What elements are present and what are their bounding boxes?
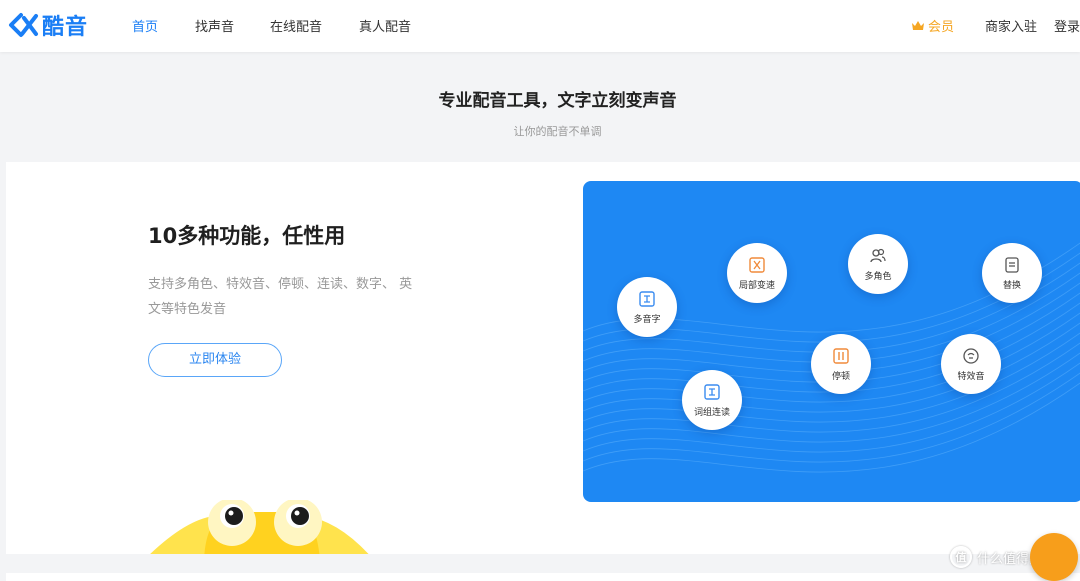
feature-bubble-replace[interactable]: 替换 [982, 243, 1042, 303]
watermark: 值 什么值得买 [950, 546, 1042, 568]
feature-label: 替换 [1002, 280, 1021, 291]
top-navbar: 酷音 首页 找声音 在线配音 真人配音 会员 商家入驻 登录 [0, 0, 1080, 52]
nav-human-dubbing[interactable]: 真人配音 [359, 16, 411, 35]
pinyin-icon [639, 290, 655, 307]
feature-bubble-polyphone[interactable]: 多音字 [617, 277, 677, 337]
vip-link[interactable]: 会员 [911, 16, 954, 35]
pause-icon [833, 347, 849, 364]
feature-bubble-phrase-linking[interactable]: 词组连读 [682, 370, 742, 430]
feature-label: 停顿 [831, 371, 850, 382]
login-link[interactable]: 登录 [1054, 16, 1080, 35]
speed-icon [749, 256, 765, 273]
feature-label: 局部变速 [738, 280, 775, 291]
feature-bubble-multi-role[interactable]: 多角色 [848, 234, 908, 294]
features-panel: 多音字 局部变速 多角色 替换 停顿 特效音 词组连读 [583, 181, 1080, 502]
page-headline: 专业配音工具，文字立刻变声音 [438, 91, 677, 111]
nav-find-voice[interactable]: 找声音 [195, 16, 234, 35]
feature-description: 支持多角色、特效音、停顿、连读、数字、 英文等特色发音 [148, 277, 413, 317]
phrase-icon [704, 383, 720, 400]
mascot-illustration [150, 500, 369, 554]
floating-action-button[interactable] [1030, 533, 1078, 581]
next-section-edge [6, 573, 1080, 581]
logo-text: 酷音 [42, 15, 89, 40]
feature-bubble-sound-effect[interactable]: 特效音 [941, 334, 1001, 394]
feature-bubble-pause[interactable]: 停顿 [811, 334, 871, 394]
try-now-button[interactable]: 立即体验 [148, 343, 282, 377]
effect-icon [963, 347, 979, 364]
nav-online-dubbing[interactable]: 在线配音 [270, 16, 322, 35]
site-logo[interactable]: 酷音 [6, 10, 88, 40]
nav-home[interactable]: 首页 [132, 16, 158, 35]
feature-title: 10多种功能，任性用 [148, 224, 346, 248]
crown-icon [912, 21, 924, 30]
feature-label: 特效音 [957, 371, 985, 382]
feature-card: 10多种功能，任性用 支持多角色、特效音、停顿、连读、数字、 英文等特色发音 立… [6, 162, 1080, 554]
vip-label: 会员 [928, 20, 955, 35]
feature-label: 词组连读 [693, 407, 730, 418]
watermark-logo: 值 [950, 546, 972, 568]
logo-mark-icon [9, 13, 38, 37]
feature-label: 多角色 [864, 271, 892, 282]
page-subheadline: 让你的配音不单调 [513, 125, 602, 138]
merchant-link[interactable]: 商家入驻 [985, 16, 1037, 35]
feature-label: 多音字 [633, 314, 661, 325]
replace-icon [1005, 256, 1019, 273]
users-icon [870, 248, 886, 262]
feature-bubble-partial-speed[interactable]: 局部变速 [727, 243, 787, 303]
